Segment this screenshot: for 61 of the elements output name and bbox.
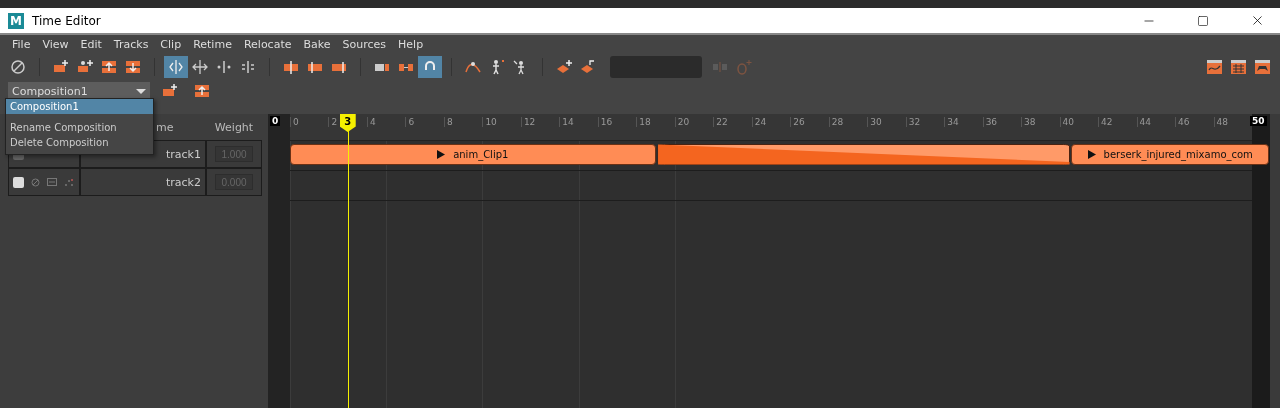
menu-item[interactable]: Clip [154, 38, 188, 54]
split-arrows-icon[interactable] [164, 56, 188, 78]
mute-icon[interactable] [31, 177, 40, 187]
clip-name: anim_Clip1 [453, 149, 509, 160]
blend-transition[interactable] [655, 144, 1072, 165]
ruler-label: 44 [1136, 117, 1151, 127]
menu-item[interactable]: View [36, 38, 75, 54]
maximize-icon[interactable] [1197, 14, 1209, 27]
menu-item[interactable]: Retime [187, 38, 238, 54]
curve-dots-icon[interactable] [64, 177, 74, 187]
ruler-label: 38 [1021, 117, 1036, 127]
end-frame-label: 50 [1250, 116, 1267, 126]
menu-item[interactable]: Relocate [237, 38, 298, 54]
ruler-label: 30 [867, 117, 882, 127]
column-header: me [156, 120, 174, 134]
ruler-label: 10 [482, 117, 497, 127]
app-logo: M [8, 12, 24, 29]
ruler-label: 12 [520, 117, 536, 127]
menu-option[interactable]: Rename Composition [6, 120, 153, 135]
ruler-label: 32 [905, 117, 921, 127]
ruler-label: 28 [828, 117, 844, 127]
ruler-label: 20 [674, 117, 690, 127]
scrollbar[interactable] [1270, 114, 1280, 408]
menu-item[interactable]: Tracks [107, 38, 155, 54]
ruler-label: 42 [1098, 117, 1113, 127]
ruler-label: 46 [1175, 117, 1190, 127]
menu-option[interactable]: Composition1 [6, 99, 153, 114]
ruler-label: 8 [443, 117, 453, 127]
window-title: Time Editor [32, 13, 102, 28]
menu-item[interactable]: Sources [336, 38, 393, 54]
menu-item[interactable]: Help [392, 38, 430, 54]
ruler-label: 0 [290, 117, 299, 127]
clip-name: berserk_injured_mixamo_com [1103, 149, 1253, 160]
animation-clip[interactable]: berserk_injured_mixamo_com [1071, 144, 1270, 165]
caret-icon [136, 88, 146, 94]
track-name-cell: track2 [80, 168, 206, 196]
solo-icon[interactable] [47, 178, 57, 186]
ruler-label: 24 [751, 117, 767, 127]
ruler-label: 34 [944, 117, 959, 127]
animation-clip[interactable]: anim_Clip1 [290, 144, 656, 165]
magnet-icon[interactable] [418, 56, 442, 78]
menu-item[interactable]: Edit [74, 38, 108, 54]
play-icon [1087, 150, 1096, 159]
frame-input-field[interactable] [610, 56, 702, 78]
column-header: Weight [214, 120, 254, 134]
ruler-label: 22 [713, 117, 728, 127]
ruler-label: 14 [559, 117, 574, 127]
menu-item[interactable]: Bake [297, 38, 337, 54]
play-icon [437, 150, 446, 159]
menu-item[interactable]: File [6, 38, 37, 54]
ruler-label: 48 [1213, 117, 1228, 127]
ruler-label: 6 [405, 117, 415, 127]
ruler-label: 40 [1059, 117, 1075, 127]
track-checkbox[interactable] [13, 176, 24, 188]
ruler-label: 2 [328, 117, 338, 127]
ruler-label: 16 [597, 117, 613, 127]
start-frame-label: 0 [270, 116, 281, 126]
ruler-label: 26 [790, 117, 805, 127]
ruler-label: 18 [636, 117, 651, 127]
ruler-label: 4 [366, 117, 376, 127]
ruler-label: 36 [982, 117, 998, 127]
